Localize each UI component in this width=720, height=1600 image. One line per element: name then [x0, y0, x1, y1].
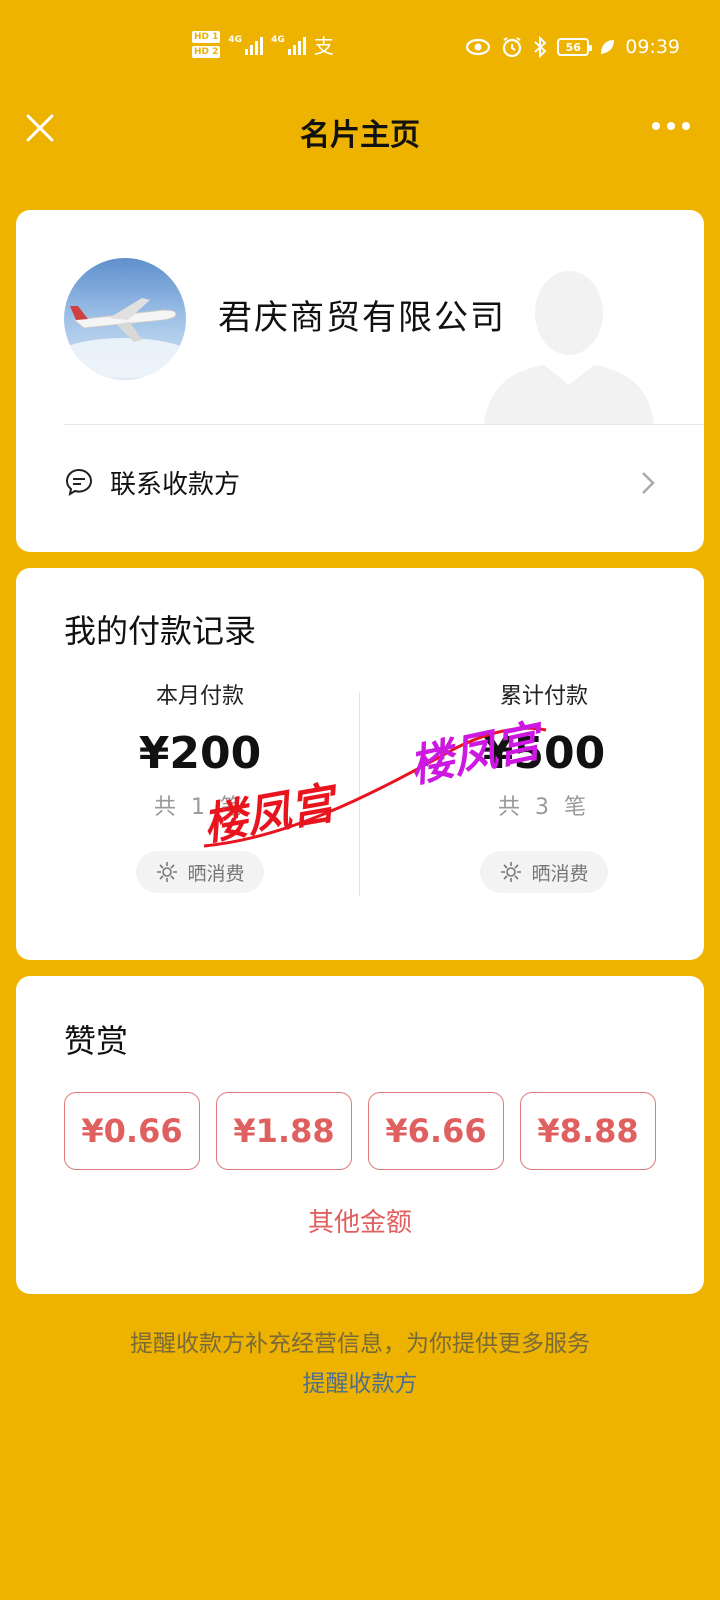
company-name: 君庆商贸有限公司 — [218, 298, 506, 338]
divider — [64, 424, 704, 425]
payment-records-title: 我的付款记录 — [64, 612, 257, 650]
battery-icon: 56 — [557, 38, 593, 56]
sim1-indicator: HD 1 — [192, 31, 221, 43]
chat-icon — [65, 468, 93, 497]
sim-indicators: HD 1 HD 2 — [192, 31, 221, 58]
network-type-2: 4G — [271, 34, 285, 45]
more-icon[interactable] — [652, 122, 690, 130]
avatar[interactable] — [64, 258, 186, 380]
sim2-indicator: HD 2 — [192, 46, 221, 58]
profile-card: 君庆商贸有限公司 联系收款方 — [16, 210, 704, 552]
reward-amount-options: ¥0.66 ¥1.88 ¥6.66 ¥8.88 — [64, 1092, 656, 1170]
chevron-right-icon — [642, 472, 655, 494]
reward-amount-button[interactable]: ¥6.66 — [368, 1092, 504, 1170]
contact-payee-label: 联系收款方 — [110, 469, 241, 500]
contact-payee-row[interactable]: 联系收款方 — [64, 442, 656, 522]
sparkle-icon — [501, 862, 522, 882]
network-indicators: HD 1 HD 2 4G 4G 支 — [192, 30, 334, 59]
month-payment-label: 本月付款 — [155, 684, 244, 709]
reward-amount-button[interactable]: ¥1.88 — [216, 1092, 352, 1170]
alipay-icon: 支 — [313, 34, 334, 58]
battery-level: 56 — [565, 40, 581, 54]
sim1-label: HD 1 — [192, 31, 221, 43]
leaf-icon — [601, 40, 615, 54]
network-type-1: 4G — [228, 34, 243, 45]
clock: 09:39 — [625, 36, 680, 58]
footer-hint: 提醒收款方补充经营信息，为你提供更多服务 — [130, 1331, 590, 1357]
reward-amount-button[interactable]: ¥0.66 — [64, 1092, 200, 1170]
total-payment-label: 累计付款 — [499, 684, 588, 709]
sim2-label: HD 2 — [192, 46, 221, 58]
share-spending-label-total: 晒消费 — [531, 862, 589, 885]
alarm-icon — [503, 37, 522, 58]
person-silhouette-icon — [484, 271, 654, 425]
other-amount-link[interactable]: 其他金额 — [16, 1202, 704, 1239]
airplane-icon — [64, 298, 186, 378]
nav-bar: 名片主页 — [0, 100, 720, 162]
remind-payee-link[interactable]: 提醒收款方 — [0, 1364, 720, 1398]
eye-icon — [466, 38, 491, 56]
bluetooth-icon — [534, 36, 547, 58]
payment-records-card: 我的付款记录 本月付款 ¥200 共 1 笔 晒消费 累计付款 ¥500 共 3… — [16, 568, 704, 960]
page-title: 名片主页 — [300, 118, 420, 153]
signal-icon: 4G — [228, 34, 264, 55]
sparkle-icon — [157, 862, 178, 882]
status-bar: HD 1 HD 2 4G 4G 支 56 09:39 — [0, 0, 720, 100]
share-spending-label: 晒消费 — [187, 862, 245, 885]
signal-icon-2: 4G — [271, 35, 306, 55]
reward-card: 赞赏 ¥0.66 ¥1.88 ¥6.66 ¥8.88 其他金额 — [16, 976, 704, 1294]
reward-amount-button[interactable]: ¥8.88 — [520, 1092, 656, 1170]
system-indicators: 56 09:39 — [465, 36, 680, 58]
reward-title: 赞赏 — [64, 1022, 129, 1060]
